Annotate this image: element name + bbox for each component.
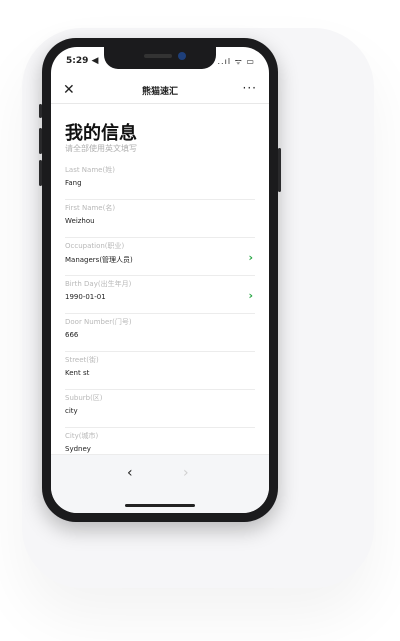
field-label: City(城市) — [65, 432, 99, 440]
door-number-field[interactable]: Door Number(门号) 666 — [65, 317, 255, 352]
page-subtitle: 请全部使用英文填写 — [65, 144, 137, 153]
phone-screen: 5:29 ◀ ..ıl ᯤ ▭ ✕ 熊猫速汇 ··· 我的信息 请全部使用英文填… — [51, 47, 269, 513]
more-icon[interactable]: ··· — [243, 81, 257, 95]
field-label: Suburb(区) — [65, 394, 103, 402]
field-value: Managers(管理人员) — [65, 256, 133, 264]
field-value: Weizhou — [65, 217, 95, 225]
volume-down-button — [39, 160, 42, 186]
last-name-field[interactable]: Last Name(姓) Fang — [65, 165, 255, 200]
prev-button[interactable]: ‹ — [127, 465, 133, 481]
pager-bar: ‹ › — [51, 454, 269, 513]
field-value: Fang — [65, 179, 82, 187]
mute-switch — [39, 104, 42, 118]
status-time: 5:29 ◀ — [66, 56, 99, 66]
field-value: Kent st — [65, 369, 90, 377]
chevron-right-icon[interactable]: › — [248, 251, 253, 264]
occupation-field[interactable]: Occupation(职业) Managers(管理人员) › — [65, 241, 255, 276]
field-value: Sydney — [65, 445, 91, 453]
app-title: 熊猫速汇 — [141, 87, 178, 97]
field-label: Street(街) — [65, 356, 99, 364]
first-name-field[interactable]: First Name(名) Weizhou — [65, 203, 255, 238]
field-label: Door Number(门号) — [65, 318, 132, 326]
chevron-right-icon[interactable]: › — [248, 289, 253, 302]
speaker — [144, 54, 172, 58]
field-value: 1990-01-01 — [65, 293, 106, 301]
navbar: ✕ 熊猫速汇 ··· — [51, 79, 269, 104]
birth-day-field[interactable]: Birth Day(出生年月) 1990-01-01 › — [65, 279, 255, 314]
volume-up-button — [39, 128, 42, 154]
street-field[interactable]: Street(街) Kent st — [65, 355, 255, 390]
front-camera — [178, 52, 186, 60]
field-value: city — [65, 407, 78, 415]
home-indicator[interactable] — [125, 504, 195, 507]
next-button[interactable]: › — [183, 465, 189, 481]
field-label: Last Name(姓) — [65, 166, 115, 174]
suburb-field[interactable]: Suburb(区) city — [65, 393, 255, 428]
status-icons: ..ıl ᯤ ▭ — [217, 57, 255, 66]
field-label: Occupation(职业) — [65, 242, 125, 250]
field-label: Birth Day(出生年月) — [65, 280, 132, 288]
notch — [104, 47, 216, 69]
page-title: 我的信息 — [65, 123, 137, 144]
field-label: First Name(名) — [65, 204, 116, 212]
power-button — [278, 148, 281, 192]
field-value: 666 — [65, 331, 79, 339]
